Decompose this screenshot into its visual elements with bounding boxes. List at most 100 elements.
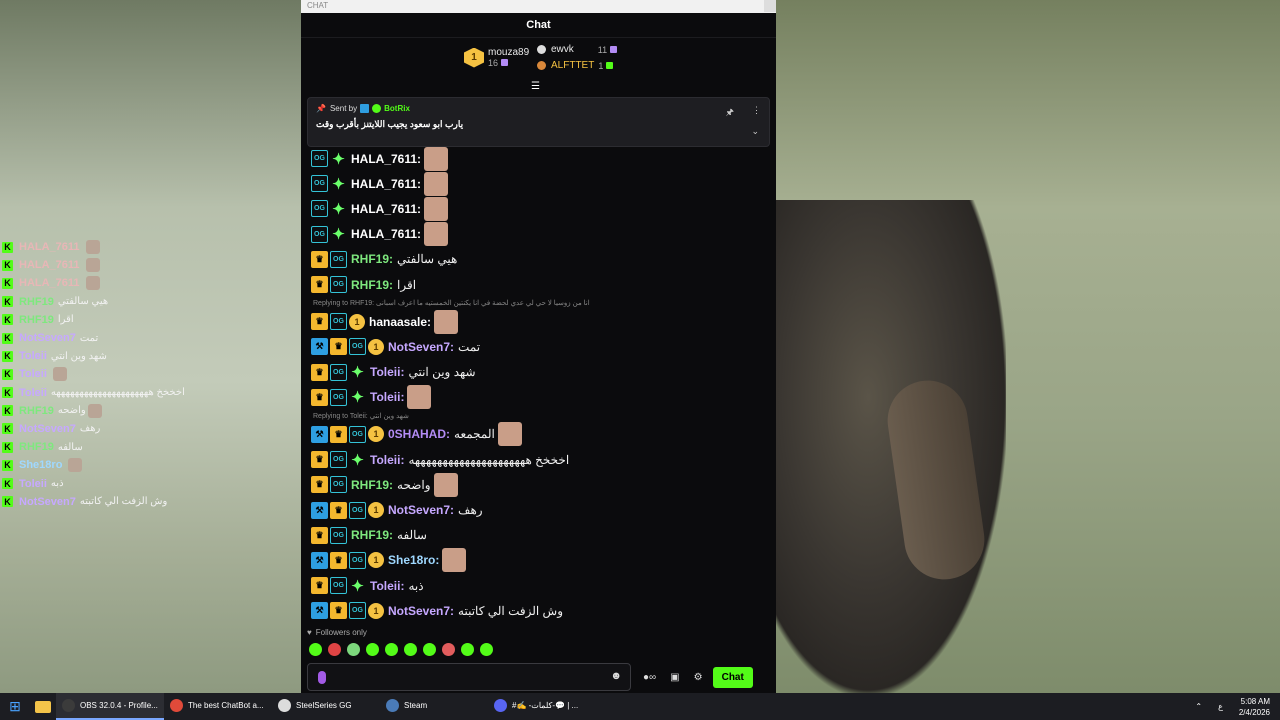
microphone-icon[interactable] bbox=[318, 671, 326, 684]
chat-message[interactable]: ♛ OG RHF19: هيي سالفتي bbox=[311, 247, 771, 272]
chat-username[interactable]: HALA_7611: bbox=[351, 227, 421, 241]
overlay-message: K RHF19 واضحه bbox=[2, 402, 262, 420]
chat-username[interactable]: NotSeven7: bbox=[388, 604, 454, 618]
chat-username[interactable]: RHF19: bbox=[351, 278, 393, 292]
collapse-leaderboard-icon[interactable]: ☰ bbox=[531, 81, 540, 92]
followers-only-label: Followers only bbox=[315, 628, 367, 637]
chat-message[interactable]: ♛ OG RHF19: واضحه bbox=[311, 472, 771, 497]
chat-message[interactable]: ♛ OG ✦ Toleii: اخخخخ هههههههههههههههههههههه bbox=[311, 447, 771, 472]
leaderboard-first[interactable]: 1 mouza89 16 bbox=[464, 47, 529, 68]
chat-message[interactable]: OG ✦ HALA_7611: bbox=[311, 171, 771, 196]
more-options-icon[interactable]: ⋮ bbox=[752, 105, 761, 121]
chat-username[interactable]: HALA_7611: bbox=[351, 152, 421, 166]
chat-message[interactable]: OG ✦ HALA_7611: bbox=[311, 196, 771, 221]
taskbar: ⊞ OBS 32.0.4 - Profile... The best ChatBo… bbox=[0, 693, 1280, 720]
chat-message[interactable]: ⚒ ♛ OG 1 She18ro: bbox=[311, 548, 771, 573]
chat-message[interactable]: ⚒ ♛ OG 1 NotSeven7: رهف bbox=[311, 497, 771, 522]
send-chat-button[interactable]: Chat bbox=[712, 666, 753, 688]
store-icon[interactable]: ▣ bbox=[670, 672, 679, 683]
windows-start-icon[interactable]: ⊞ bbox=[0, 693, 30, 720]
taskbar-app-button[interactable]: #✍️ -كلمات-💬 | ... bbox=[488, 693, 596, 720]
emoji-icon[interactable]: ☻ bbox=[610, 670, 622, 682]
chat-username[interactable]: RHF19: bbox=[351, 528, 393, 542]
emote-button[interactable] bbox=[480, 643, 493, 656]
chat-message[interactable]: ⚒ ♛ OG 1 0SHAHAD: المجمعه bbox=[311, 422, 771, 447]
window-titlebar[interactable]: CHAT bbox=[301, 0, 776, 13]
overlay-message: K RHF19 هيي سالفتي bbox=[2, 293, 262, 311]
chat-username[interactable]: NotSeven7: bbox=[388, 503, 454, 517]
chat-username[interactable]: She18ro: bbox=[388, 553, 439, 567]
chevron-down-icon[interactable]: ⌄ bbox=[751, 126, 759, 137]
chat-username[interactable]: Toleii: bbox=[370, 579, 404, 593]
chat-message-text: شهد وين انتي bbox=[408, 365, 476, 380]
og-badge-icon: OG bbox=[330, 451, 347, 469]
chat-message[interactable]: ♛ OG ✦ Toleii: bbox=[311, 385, 771, 410]
emote-button[interactable] bbox=[461, 643, 474, 656]
pinned-sender: BotRix bbox=[384, 104, 410, 113]
file-explorer-icon[interactable] bbox=[30, 693, 56, 720]
emote-button[interactable] bbox=[442, 643, 455, 656]
window-title: CHAT bbox=[307, 1, 329, 10]
chat-input[interactable]: ☻ bbox=[307, 663, 631, 691]
leaderboard-third[interactable]: ALFTTET 1 bbox=[537, 60, 614, 71]
chat-username[interactable]: hanaasale: bbox=[369, 315, 431, 329]
chat-message[interactable]: ♛ OG ✦ Toleii: شهد وين انتي bbox=[311, 360, 771, 385]
chat-username[interactable]: RHF19: bbox=[351, 252, 393, 266]
emote-button[interactable] bbox=[423, 643, 436, 656]
taskbar-app-label: The best ChatBot a... bbox=[188, 701, 264, 710]
kick-logo-icon: K bbox=[2, 350, 13, 362]
kick-logo-icon: K bbox=[2, 459, 13, 471]
taskbar-app-button[interactable]: Steam bbox=[380, 693, 488, 720]
gift-leaderboard: 1 mouza89 16 ewvk 11 ALFTTET 1 ☰ bbox=[301, 38, 776, 92]
chat-username[interactable]: Toleii: bbox=[370, 365, 404, 379]
moderator-badge-icon: ⚒ bbox=[311, 338, 328, 356]
chat-username[interactable]: Toleii: bbox=[370, 390, 404, 404]
chat-message-text: تمت bbox=[458, 339, 481, 354]
chat-username[interactable]: Toleii: bbox=[370, 453, 404, 467]
taskbar-app-button[interactable]: SteelSeries GG bbox=[272, 693, 380, 720]
emote-button[interactable] bbox=[328, 643, 341, 656]
gift-icon bbox=[610, 46, 618, 53]
pinned-message[interactable]: 📌 Sent by BotRix يارب ابو سعود يجيب اللا… bbox=[307, 97, 770, 147]
emote-button[interactable] bbox=[404, 643, 417, 656]
close-window-button[interactable] bbox=[764, 0, 776, 12]
chat-input-row: ☻ ●∞ ▣ ⚙ Chat bbox=[307, 663, 770, 691]
chat-message-text: واضحه bbox=[397, 477, 431, 492]
chat-message[interactable]: ♛ OG RHF19: اقرا bbox=[311, 272, 771, 297]
emote-button[interactable] bbox=[347, 643, 360, 656]
chat-message[interactable]: ⚒ ♛ OG 1 NotSeven7: تمت bbox=[311, 334, 771, 359]
chat-username[interactable]: HALA_7611: bbox=[351, 202, 421, 216]
emote-button[interactable] bbox=[385, 643, 398, 656]
overlay-message-text: اخخخخ هههههههههههههههههههههه bbox=[50, 387, 185, 399]
taskbar-app-button[interactable]: The best ChatBot a... bbox=[164, 693, 272, 720]
language-indicator[interactable]: ع bbox=[1218, 702, 1223, 711]
chat-message[interactable]: ♛ OG RHF19: سالفه bbox=[311, 523, 771, 548]
tray-chevron-up-icon[interactable]: ⌃ bbox=[1195, 702, 1202, 711]
unpin-icon[interactable]: 🖈 bbox=[726, 105, 734, 121]
chat-message[interactable]: OG ✦ HALA_7611: bbox=[311, 146, 771, 171]
chat-message[interactable]: ♛ OG ✦ Toleii: ذبه bbox=[311, 573, 771, 598]
reply-context: Replying to RHF19: انا من زوسيا لا حي لي… bbox=[313, 300, 590, 308]
chat-username[interactable]: HALA_7611: bbox=[351, 177, 421, 191]
taskbar-app-button[interactable]: OBS 32.0.4 - Profile... bbox=[56, 693, 164, 720]
chat-username[interactable]: RHF19: bbox=[351, 478, 393, 492]
chat-message[interactable]: ♛ OG 1 hanaasale: bbox=[311, 309, 771, 334]
clock[interactable]: 5:08 AM 2/4/2026 bbox=[1239, 696, 1270, 718]
chat-message[interactable]: OG ✦ HALA_7611: bbox=[311, 222, 771, 247]
chat-message[interactable]: ⚒ ♛ OG 1 NotSeven7: وش الزفت الي كاتبته bbox=[311, 598, 771, 623]
og-badge-icon: OG bbox=[349, 501, 366, 519]
vip-crown-icon: ♛ bbox=[330, 551, 347, 569]
subscriber-badge-icon: 1 bbox=[349, 313, 365, 330]
gear-icon[interactable]: ⚙ bbox=[694, 672, 703, 683]
rank-badge-icon bbox=[537, 61, 546, 70]
og-badge-icon: OG bbox=[311, 175, 328, 193]
leaderboard-second[interactable]: ewvk 11 bbox=[537, 44, 618, 55]
chat-username[interactable]: NotSeven7: bbox=[388, 340, 454, 354]
chat-username[interactable]: 0SHAHAD: bbox=[388, 427, 450, 441]
followers-only-indicator: ♥ Followers only bbox=[307, 628, 367, 637]
emote-button[interactable] bbox=[309, 643, 322, 656]
emote-button[interactable] bbox=[366, 643, 379, 656]
og-badge-icon: OG bbox=[349, 425, 366, 443]
overlay-message: K NotSeven7 وش الزفت الي كاتبته bbox=[2, 493, 262, 511]
points-icon[interactable]: ●∞ bbox=[643, 672, 656, 683]
